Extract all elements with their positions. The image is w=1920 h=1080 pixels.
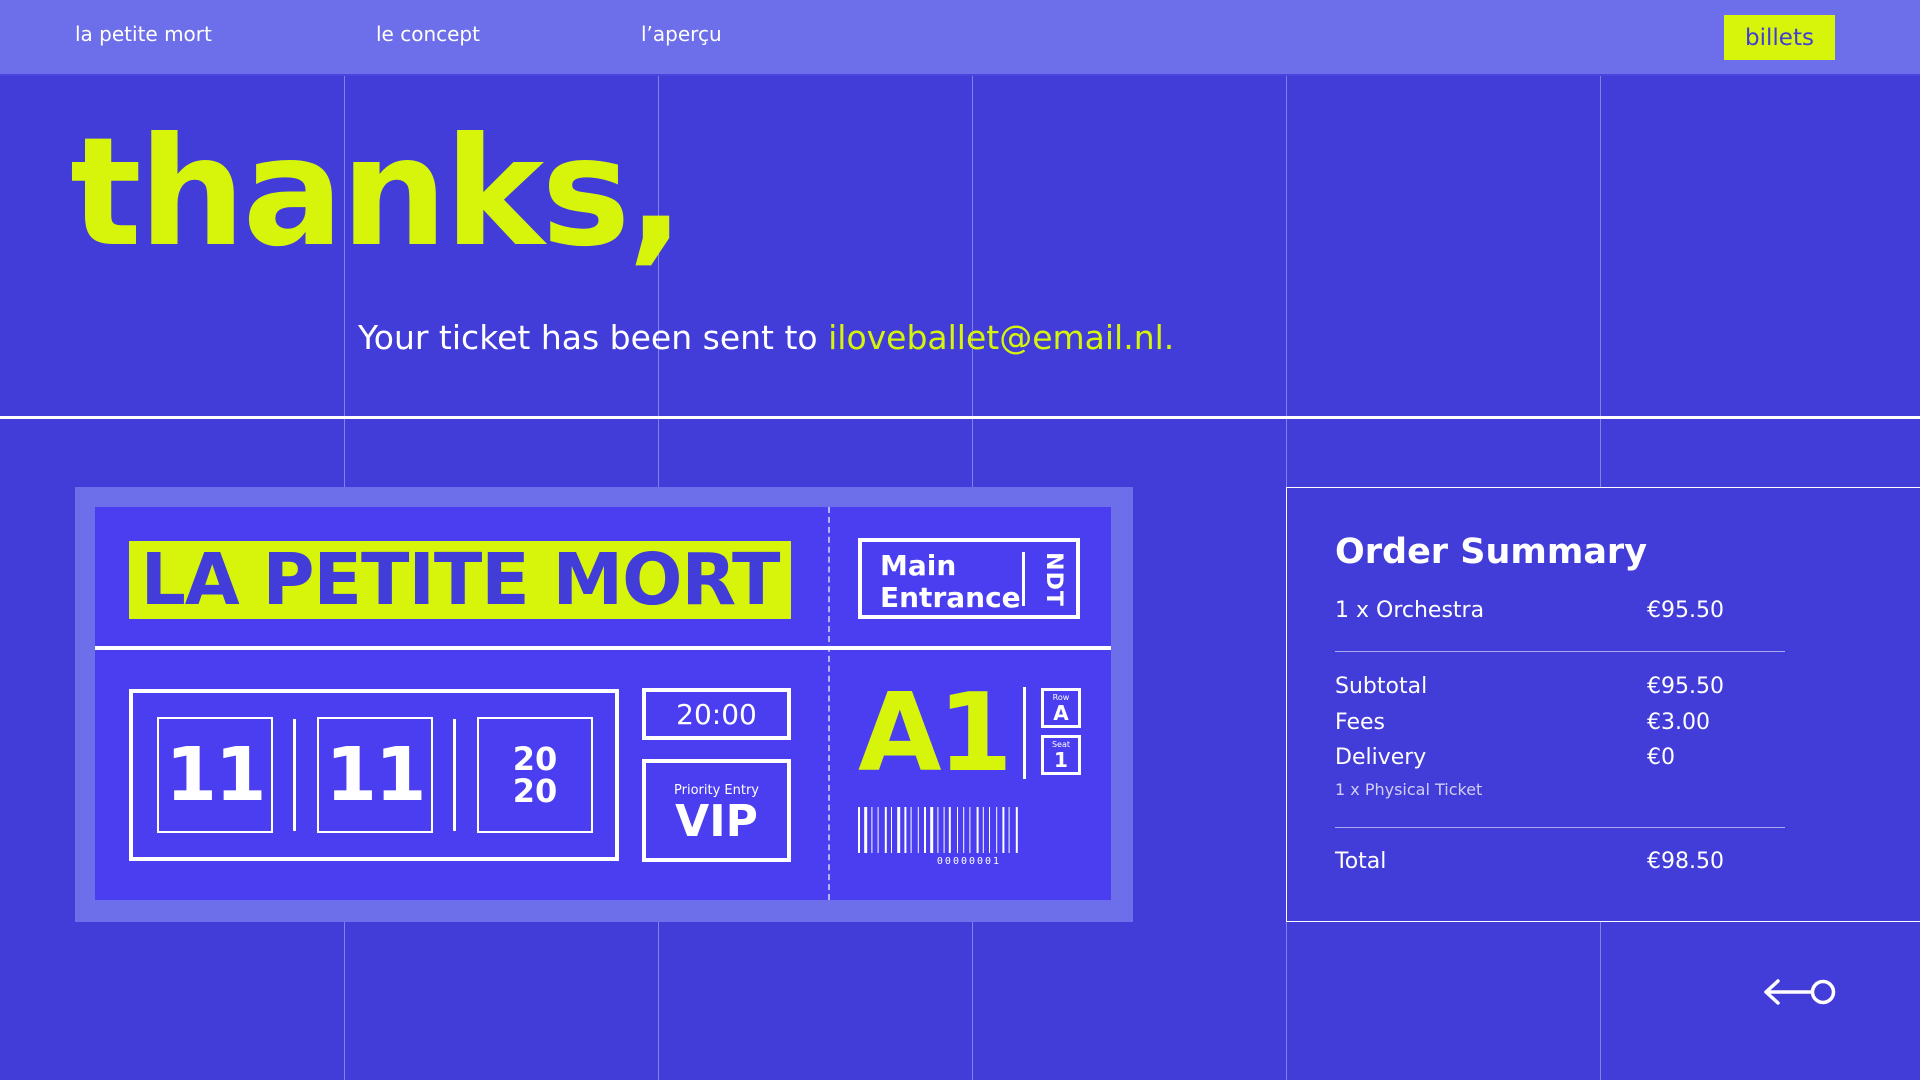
tier-label: VIP [675, 796, 758, 847]
summary-divider [1335, 651, 1785, 652]
barcode-bar [917, 807, 919, 853]
vip-box: Priority Entry VIP [642, 759, 791, 862]
subtotal-row: Subtotal €95.50 [1335, 674, 1785, 699]
barcode-bar [937, 807, 939, 853]
date-separator [293, 719, 296, 831]
billets-button[interactable]: billets [1724, 15, 1835, 60]
row-box: Row A [1041, 688, 1081, 728]
fees-label: Fees [1335, 710, 1385, 735]
ticket: LA PETITE MORT Main Entrance NDT 11 11 2… [95, 507, 1111, 900]
total-label: Total [1335, 849, 1387, 874]
delivery-label: Delivery [1335, 745, 1427, 770]
barcode-bar [877, 807, 879, 853]
barcode-bar [904, 807, 907, 853]
entrance-label: Main Entrance [880, 550, 1021, 614]
barcode-bar [871, 807, 873, 853]
row-value: A [1053, 701, 1069, 725]
barcode-bar [930, 807, 934, 853]
nav-link-la-petite-mort[interactable]: la petite mort [75, 22, 212, 46]
date-year: 20 20 [477, 717, 593, 833]
subtotal-label: Subtotal [1335, 674, 1428, 699]
entrance-line-1: Main [880, 549, 957, 582]
date-box: 11 11 20 20 [129, 689, 619, 861]
total-amount: €98.50 [1647, 849, 1724, 874]
ticket-title: LA PETITE MORT [129, 541, 791, 619]
barcode-bar [957, 807, 958, 853]
date-day: 11 [157, 717, 273, 833]
show-time: 20:00 [642, 688, 791, 740]
date-year-top: 20 [512, 740, 558, 778]
barcode [858, 807, 1018, 853]
barcode-bar [924, 807, 926, 853]
order-summary-title: Order Summary [1335, 532, 1648, 572]
seat-value: 1 [1054, 748, 1068, 772]
barcode-bar [910, 807, 912, 853]
ticket-perforation [828, 507, 830, 900]
line-item-amount: €95.50 [1647, 598, 1724, 623]
nav-link-le-concept[interactable]: le concept [376, 22, 480, 46]
barcode-bar [1015, 807, 1018, 853]
back-arrow-icon[interactable] [1762, 972, 1840, 1012]
line-item-label: 1 x Orchestra [1335, 598, 1485, 623]
delivery-amount: €0 [1647, 745, 1675, 770]
summary-divider [1335, 827, 1785, 828]
barcode-bar [943, 807, 945, 853]
entrance-line-2: Entrance [880, 581, 1021, 614]
delivery-row: Delivery €0 [1335, 745, 1785, 770]
barcode-bar [1002, 807, 1005, 853]
subtotal-amount: €95.50 [1647, 674, 1724, 699]
barcode-bar [989, 807, 990, 853]
thanks-heading: thanks, [70, 106, 685, 280]
barcode-bar [897, 807, 901, 853]
seat-separator [1023, 687, 1026, 779]
top-nav: la petite mort le concept l’aperçu bille… [0, 0, 1920, 76]
delivery-note: 1 x Physical Ticket [1335, 780, 1483, 799]
nav-link-apercu[interactable]: l’aperçu [641, 22, 722, 46]
barcode-bar [891, 807, 892, 853]
seat-code: A1 [858, 671, 1013, 796]
seat-box: Seat 1 [1041, 735, 1081, 775]
fees-row: Fees €3.00 [1335, 710, 1785, 735]
organizer-badge: NDT [1038, 548, 1068, 610]
date-year-bottom: 20 [512, 772, 558, 810]
barcode-bar [996, 807, 998, 853]
entrance-separator [1022, 552, 1025, 606]
fees-amount: €3.00 [1647, 710, 1710, 735]
date-separator [453, 719, 456, 831]
order-summary: Order Summary 1 x Orchestra €95.50 Subto… [1286, 487, 1920, 922]
barcode-bar [884, 807, 887, 853]
confirmation-text: Your ticket has been sent to [358, 318, 818, 357]
barcode-bar [1008, 807, 1010, 853]
date-month: 11 [317, 717, 433, 833]
line-item-row: 1 x Orchestra €95.50 [1335, 598, 1785, 623]
barcode-bar [864, 807, 868, 853]
barcode-bar [976, 807, 979, 853]
total-row: Total €98.50 [1335, 849, 1785, 874]
entrance-box: Main Entrance NDT [858, 538, 1080, 619]
barcode-bar [969, 807, 971, 853]
barcode-bar [982, 807, 984, 853]
barcode-bar [963, 807, 965, 853]
barcode-number: 00000001 [936, 856, 1002, 867]
confirmation-message: Your ticket has been sent to iloveballet… [358, 318, 1174, 357]
organizer-label: NDT [1040, 551, 1066, 607]
ticket-frame: LA PETITE MORT Main Entrance NDT 11 11 2… [75, 487, 1133, 922]
barcode-bar [948, 807, 951, 853]
confirmation-email: iloveballet@email.nl. [828, 318, 1175, 357]
section-divider [0, 416, 1920, 419]
barcode-bar [858, 807, 860, 853]
ticket-divider [95, 646, 1111, 650]
